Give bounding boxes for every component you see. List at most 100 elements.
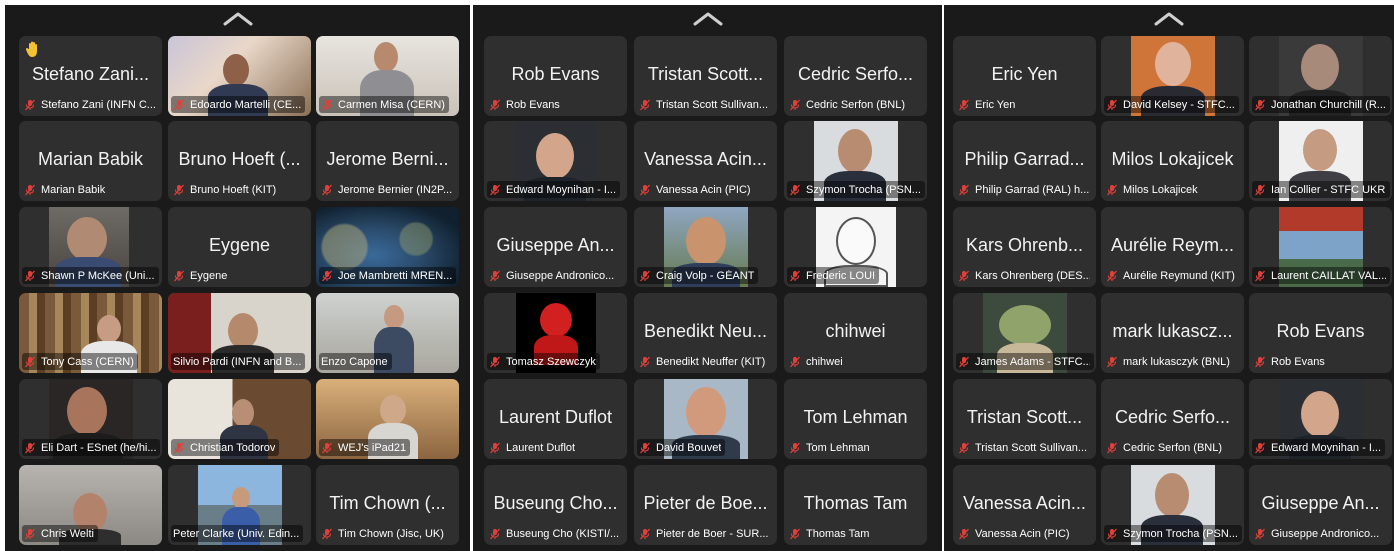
participant-display-name: Bruno Hoeft (... [178,149,301,169]
participant-display-name: Cedric Serfo... [1114,407,1231,427]
mic-muted-icon [790,356,800,367]
participant-tile[interactable]: Thomas Tam Thomas Tam [784,465,927,545]
participant-tile[interactable]: Marian Babik Marian Babik [19,121,162,201]
participant-tile[interactable]: mark lukascz... mark lukasczyk (BNL) [1101,293,1244,373]
participant-name-label: Tomasz Szewczyk [487,353,600,370]
mic-muted-icon [1255,99,1265,110]
participant-tile[interactable]: Aurélie Reym... Aurélie Reymund (KIT) [1101,207,1244,287]
participant-name: Tristan Scott Sullivan... [656,98,769,111]
participant-tile[interactable]: Silvio Pardi (INFN and B... [168,293,311,373]
participant-name-label: Shawn P McKee (Uni... [22,267,159,284]
participant-name: Buseung Cho (KISTI/... [506,527,620,540]
participant-tile[interactable]: Milos Lokajicek Milos Lokajicek [1101,121,1244,201]
chevron-up-icon[interactable] [1154,11,1184,27]
mic-muted-icon [1107,270,1117,281]
participant-tile[interactable]: James Adams - STFC... [953,293,1096,373]
participant-name: Bruno Hoeft (KIT) [190,183,277,196]
participant-tile[interactable]: Shawn P McKee (Uni... [19,207,162,287]
chevron-up-icon[interactable] [693,11,723,27]
participant-tile[interactable]: Rob Evans Rob Evans [484,36,627,116]
participant-tile[interactable]: Eli Dart - ESnet (he/hi... [19,379,162,459]
participant-tile[interactable]: Christian Todorov [168,379,311,459]
participant-name: WEJ's iPad21 [338,441,407,454]
participant-tile[interactable]: Tony Cass (CERN) [19,293,162,373]
mic-muted-icon [959,528,969,539]
participant-name: Benedikt Neuffer (KIT) [656,355,766,368]
participant-tile[interactable]: Kars Ohrenb... Kars Ohrenberg (DES... [953,207,1096,287]
participant-tile[interactable]: Jonathan Churchill (R... [1249,36,1392,116]
participant-tile[interactable]: Eric Yen Eric Yen [953,36,1096,116]
participant-name-label: Eli Dart - ESnet (he/hi... [22,439,160,456]
participant-tile[interactable]: Jerome Berni... Jerome Bernier (IN2P... [316,121,459,201]
participant-tile[interactable]: Benedikt Neu... Benedikt Neuffer (KIT) [634,293,777,373]
participant-tile[interactable]: Tom Lehman Tom Lehman [784,379,927,459]
participant-tile[interactable]: Bruno Hoeft (... Bruno Hoeft (KIT) [168,121,311,201]
participant-tile[interactable]: Rob Evans Rob Evans [1249,293,1392,373]
participant-name: Laurent Duflot [506,441,576,454]
participant-tile[interactable]: Tristan Scott... Tristan Scott Sullivan..… [634,36,777,116]
participant-tile[interactable]: Peter Clarke (Univ. Edin... [168,465,311,545]
mic-muted-icon [1255,184,1265,195]
participant-tile[interactable]: Joe Mambretti MREN... [316,207,459,287]
participant-tile[interactable]: Craig Volp - GÉANT [634,207,777,287]
participant-name-label: Edward Moynihan - I... [487,181,621,198]
participant-name-label: Tony Cass (CERN) [22,353,138,370]
participant-display-name: Kars Ohrenb... [965,235,1084,255]
participant-name: Szymon Trocha (PSN... [806,183,921,196]
participant-tile[interactable]: Cedric Serfo... Cedric Serfon (BNL) [784,36,927,116]
participant-name-label: Szymon Trocha (PSN... [787,181,925,198]
mic-muted-icon [1107,184,1117,195]
participant-tile[interactable]: Tomasz Szewczyk [484,293,627,373]
participant-tile[interactable]: Cedric Serfo... Cedric Serfon (BNL) [1101,379,1244,459]
mic-muted-icon [174,99,184,110]
mic-muted-icon [640,270,650,281]
participant-tile[interactable]: Tim Chown (... Tim Chown (Jisc, UK) [316,465,459,545]
participant-name: Eygene [190,269,228,282]
participant-tile[interactable]: Laurent CAILLAT VAL... [1249,207,1392,287]
participant-tile[interactable]: Laurent Duflot Laurent Duflot [484,379,627,459]
mic-muted-icon [490,99,500,110]
participant-tile[interactable]: Giuseppe An... Giuseppe Andronico... [484,207,627,287]
participant-name-label: Cedric Serfon (BNL) [787,96,909,113]
participant-tile[interactable]: Carmen Misa (CERN) [316,36,459,116]
participant-name-label: Edward Moynihan - I... [1252,439,1386,456]
participant-name-label: Chris Welti [22,525,98,542]
participant-tile[interactable]: Vanessa Acin... Vanessa Acin (PIC) [634,121,777,201]
participant-tile[interactable]: Tristan Scott... Tristan Scott Sullivan..… [953,379,1096,459]
mic-muted-icon [959,442,969,453]
chevron-up-icon[interactable] [223,11,253,27]
participant-tile[interactable]: Ian Collier - STFC UKRI [1249,121,1392,201]
participant-tile[interactable]: Giuseppe An... Giuseppe Andronico... [1249,465,1392,545]
participant-tile[interactable]: Eygene Eygene [168,207,311,287]
participant-tile[interactable]: Szymon Trocha (PSN... [784,121,927,201]
mic-muted-icon [959,270,969,281]
participant-tile[interactable]: Frederic LOUI [784,207,927,287]
participant-name-label: Jonathan Churchill (R... [1252,96,1390,113]
mic-muted-icon [640,184,650,195]
participant-name-label: Philip Garrad (RAL) h... [956,181,1093,198]
participant-tile[interactable]: David Kelsey - STFC... [1101,36,1244,116]
participant-display-name: Giuseppe An... [1261,493,1380,513]
participant-tile[interactable]: Buseung Cho... Buseung Cho (KISTI/... [484,465,627,545]
participant-tile[interactable]: Chris Welti [19,465,162,545]
participant-tile[interactable]: Edward Moynihan - I... [1249,379,1392,459]
participant-tile[interactable]: Edward Moynihan - I... [484,121,627,201]
participant-tile[interactable]: WEJ's iPad21 [316,379,459,459]
participant-tile[interactable]: David Bouvet [634,379,777,459]
participant-name: Jonathan Churchill (R... [1271,98,1386,111]
participant-tile[interactable]: Stefano Zani... Stefano Zani (INFN C... [19,36,162,116]
participant-tile[interactable]: Philip Garrad... Philip Garrad (RAL) h... [953,121,1096,201]
participant-tile[interactable]: Enzo Capone [316,293,459,373]
participant-name-label: Rob Evans [487,96,564,113]
mic-muted-icon [790,99,800,110]
participant-tile[interactable]: Pieter de Boe... Pieter de Boer - SUR... [634,465,777,545]
participant-tile[interactable]: Edoardo Martelli (CE... [168,36,311,116]
mic-muted-icon [174,270,184,281]
participant-name-label: Vanessa Acin (PIC) [956,525,1074,542]
participant-tile[interactable]: Vanessa Acin... Vanessa Acin (PIC) [953,465,1096,545]
participant-tile[interactable]: Szymon Trocha (PSN... [1101,465,1244,545]
participant-display-name: Stefano Zani... [31,64,150,84]
participant-name-label: Thomas Tam [787,525,873,542]
mic-muted-icon [490,528,500,539]
participant-tile[interactable]: chihwei chihwei [784,293,927,373]
